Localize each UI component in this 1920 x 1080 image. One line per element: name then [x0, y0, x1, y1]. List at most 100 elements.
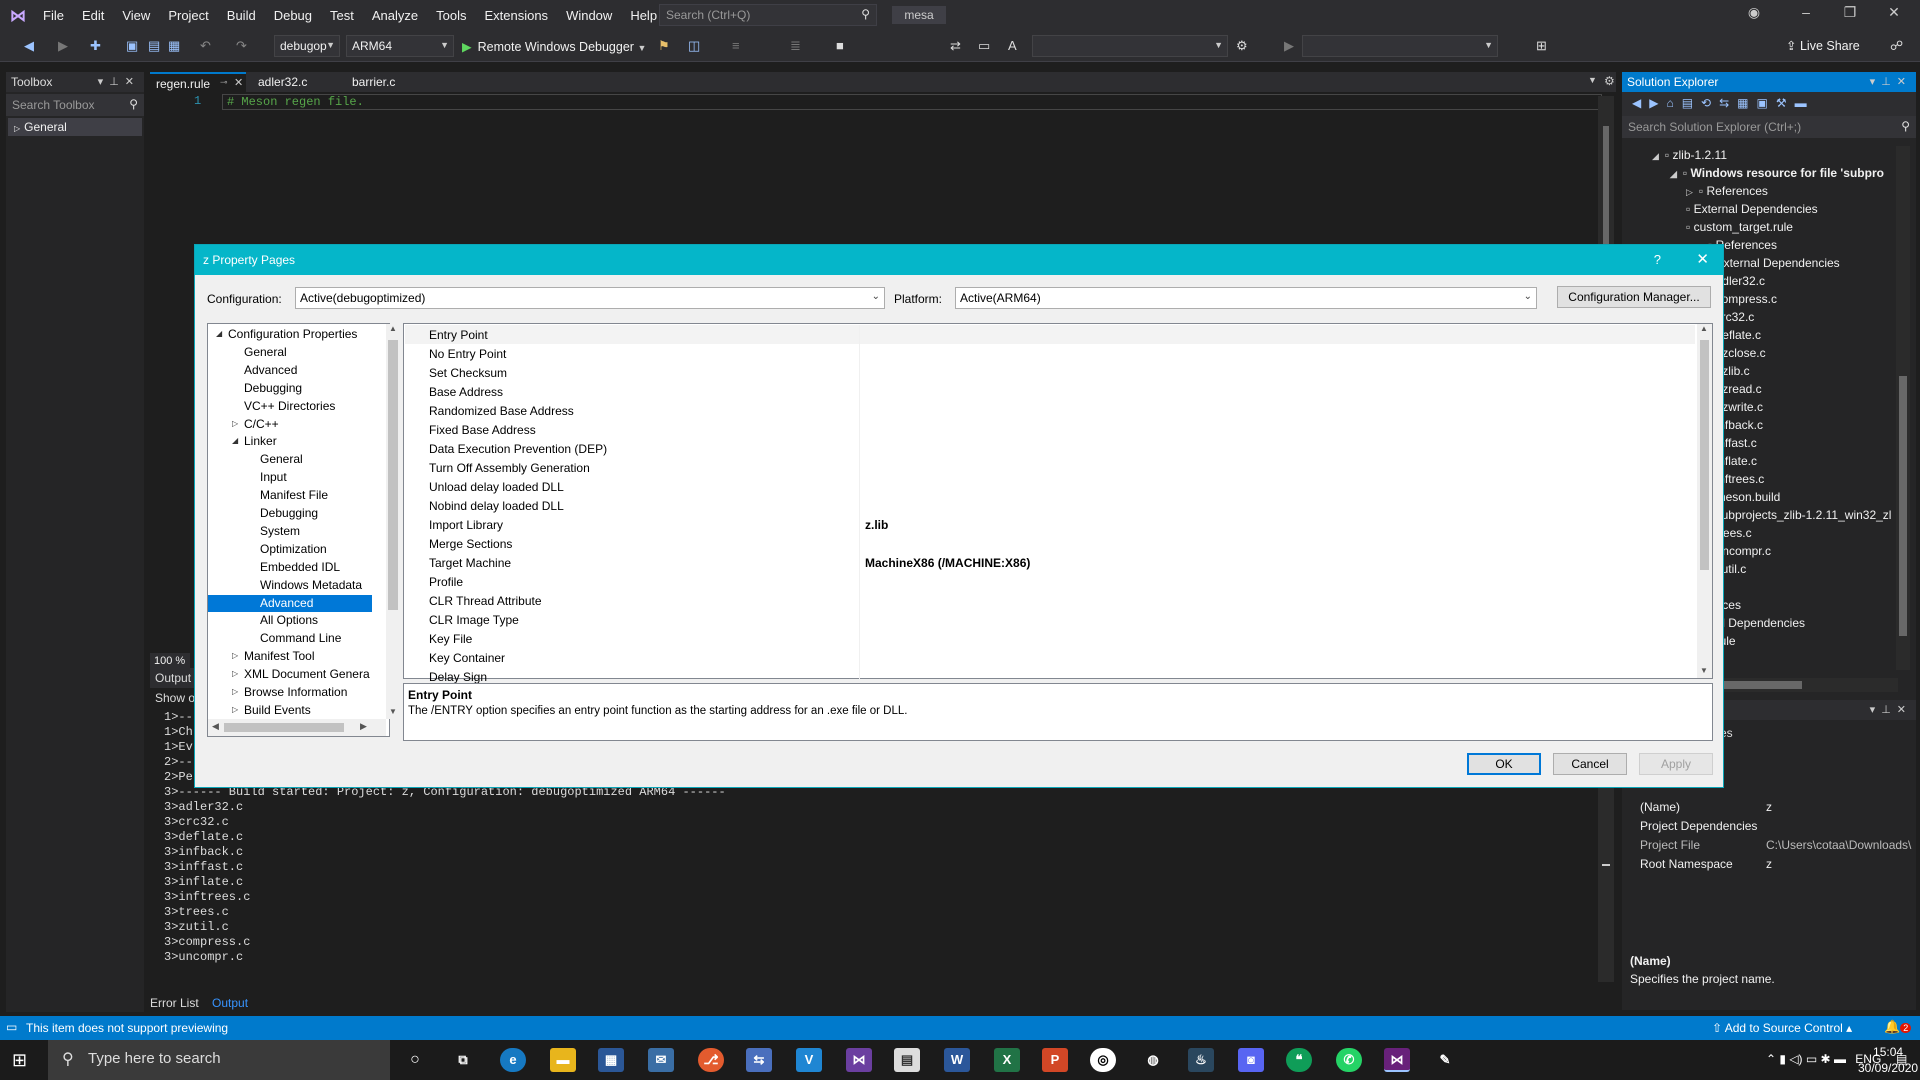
store-icon[interactable]: ▦	[598, 1048, 624, 1072]
menu-edit[interactable]: Edit	[73, 8, 113, 23]
toolbox-group-general[interactable]: ▷ General	[8, 118, 142, 136]
apply-button[interactable]: Apply	[1639, 753, 1713, 775]
navigate-forward-icon[interactable]: ▶	[58, 38, 68, 54]
visual-studio-code-icon[interactable]: V	[796, 1048, 822, 1072]
comment-icon[interactable]: ≣	[790, 38, 801, 54]
prop-row-project-file[interactable]: Project File C:\Users\cotaa\Downloads\	[1640, 838, 1911, 856]
menu-window[interactable]: Window	[557, 8, 621, 23]
solution-tree-item[interactable]: ▫ External Dependencies	[1686, 202, 1818, 216]
start-debugging-button[interactable]: ▶ Remote Windows Debugger ▼	[462, 35, 646, 57]
attach-icon[interactable]: ⚑	[658, 38, 670, 54]
menu-extensions[interactable]: Extensions	[475, 8, 557, 23]
property-row[interactable]: Entry Point	[405, 325, 1695, 344]
zoom-level[interactable]: 100 %	[150, 653, 190, 669]
snipping-tool-icon[interactable]: ✎	[1432, 1048, 1458, 1072]
discord-icon[interactable]: ◙	[1238, 1048, 1264, 1072]
settings-gear-icon[interactable]: ⚙	[1604, 74, 1615, 88]
scrollbar-thumb[interactable]	[1602, 864, 1610, 866]
tab-output[interactable]: Output	[212, 996, 248, 1010]
help-button[interactable]: ?	[1654, 252, 1661, 267]
whatsapp-icon[interactable]: ✆	[1336, 1048, 1362, 1072]
window-icon[interactable]: ▭	[978, 38, 990, 54]
scroll-left-icon[interactable]: ◀	[212, 721, 219, 732]
edge-icon[interactable]: e	[500, 1048, 526, 1072]
panel-controls-icon[interactable]: ▾⊥✕	[98, 75, 140, 88]
prop-row-root-namespace[interactable]: Root Namespace z	[1640, 857, 1910, 875]
property-row[interactable]: Randomized Base Address	[405, 401, 1695, 420]
expanded-arrow-icon[interactable]: ◢	[232, 436, 238, 445]
property-row[interactable]: No Entry Point	[405, 344, 1695, 363]
toolbox-search-input[interactable]: Search Toolbox ⚲	[6, 94, 144, 116]
menu-test[interactable]: Test	[321, 8, 363, 23]
ok-button[interactable]: OK	[1467, 753, 1541, 775]
add-to-source-control-button[interactable]: ⇧ Add to Source Control ▴	[1712, 1021, 1852, 1035]
solution-tree-item[interactable]: ▷ ▫ References	[1686, 184, 1768, 198]
bookmark-icon[interactable]: ■	[836, 38, 844, 53]
property-row[interactable]: Key File	[405, 629, 1695, 648]
menu-project[interactable]: Project	[159, 8, 217, 23]
save-all-icon[interactable]: ▦	[168, 38, 180, 54]
property-row[interactable]: CLR Thread Attribute	[405, 591, 1695, 610]
debug-target-dropdown[interactable]: ▼	[1302, 35, 1498, 57]
tab-regen-rule[interactable]: regen.rule ⊸ ✕	[150, 72, 246, 92]
account-avatar-icon[interactable]: ◉	[1734, 4, 1774, 26]
collapsed-arrow-icon[interactable]: ▷	[232, 705, 238, 714]
close-icon[interactable]: ✕	[234, 76, 243, 89]
tab-overflow-icon[interactable]: ▼	[1588, 75, 1597, 85]
menu-file[interactable]: File	[34, 8, 73, 23]
find-dropdown[interactable]: ▼	[1032, 35, 1228, 57]
solution-explorer-scrollbar[interactable]	[1896, 146, 1910, 670]
solution-tree-item[interactable]: ◢ ▫ Windows resource for file 'subpro	[1670, 166, 1884, 180]
camera-icon[interactable]: ◫	[688, 38, 700, 54]
scrollbar-thumb[interactable]	[388, 340, 398, 610]
live-share-button[interactable]: ⇪ Live Share	[1786, 38, 1860, 53]
minimize-button[interactable]: –	[1786, 4, 1826, 26]
steam-icon[interactable]: ♨	[1188, 1048, 1214, 1072]
system-clock[interactable]: 15:04 30/09/2020	[1858, 1044, 1918, 1076]
git-client-icon[interactable]: ⎇	[698, 1048, 724, 1072]
hangouts-icon[interactable]: ❝	[1286, 1048, 1312, 1072]
visual-studio-active-icon[interactable]: ⋈	[1384, 1048, 1410, 1072]
property-row[interactable]: Profile	[405, 572, 1695, 591]
menu-tools[interactable]: Tools	[427, 8, 475, 23]
scroll-down-icon[interactable]: ▼	[389, 707, 397, 716]
property-row[interactable]: CLR Image Type	[405, 610, 1695, 629]
property-row[interactable]: Target Machine MachineX86 (/MACHINE:X86)	[405, 553, 1695, 572]
restore-button[interactable]: ❐	[1830, 4, 1870, 26]
undo-icon[interactable]: ↶	[200, 38, 211, 54]
quick-search-input[interactable]: Search (Ctrl+Q) ⚲	[659, 4, 877, 26]
close-icon[interactable]: ✕	[1696, 250, 1709, 268]
tab-adler32-c[interactable]: adler32.c	[252, 72, 313, 92]
taskbar-search-input[interactable]: ⚲ Type here to search	[48, 1040, 390, 1080]
panel-controls-icon[interactable]: ▾⊥✕	[1870, 703, 1912, 716]
solution-explorer-toolbar[interactable]: ◀▶⌂▤⟲⇆▦▣⚒▬	[1622, 92, 1916, 116]
continue-icon[interactable]: ▶	[1284, 38, 1294, 54]
grid-vscrollbar[interactable]: ▲ ▼	[1697, 324, 1712, 678]
close-window-button[interactable]: ✕	[1874, 4, 1914, 26]
chromium-icon[interactable]: ◍	[1140, 1048, 1166, 1072]
menu-debug[interactable]: Debug	[265, 8, 321, 23]
notifications-bell-icon[interactable]: 🔔 2	[1884, 1019, 1912, 1035]
menu-view[interactable]: View	[113, 8, 159, 23]
property-row[interactable]: Import Library z.lib	[405, 515, 1695, 534]
expanded-arrow-icon[interactable]: ◢	[1652, 151, 1659, 161]
prop-row-dependencies[interactable]: Project Dependencies	[1640, 819, 1910, 837]
step-icon[interactable]: ⚙	[1236, 38, 1248, 54]
solution-tree-item[interactable]: ◢ ▫ zlib-1.2.11	[1652, 148, 1727, 162]
remote-desktop-icon[interactable]: ⇆	[746, 1048, 772, 1072]
redo-icon[interactable]: ↷	[236, 38, 247, 54]
property-row[interactable]: Nobind delay loaded DLL	[405, 496, 1695, 515]
property-row[interactable]: Merge Sections	[405, 534, 1695, 553]
configuration-select[interactable]: Active(debugoptimized) ⌄	[295, 287, 885, 309]
scroll-down-icon[interactable]: ▼	[1700, 666, 1708, 675]
configuration-manager-button[interactable]: Configuration Manager...	[1557, 286, 1711, 308]
solution-tree-item[interactable]: ▫ subprojects_zlib-1.2.11_win32_zl	[1708, 508, 1891, 522]
collapsed-arrow-icon[interactable]: ▷	[232, 651, 238, 660]
visual-studio-icon[interactable]: ⋈	[846, 1048, 872, 1072]
mail-icon[interactable]: ✉	[648, 1048, 674, 1072]
file-explorer-icon[interactable]: ▬	[550, 1048, 576, 1072]
menu-analyze[interactable]: Analyze	[363, 8, 427, 23]
collapsed-arrow-icon[interactable]: ▷	[232, 669, 238, 678]
tab-error-list[interactable]: Error List	[150, 996, 199, 1010]
prop-row-name[interactable]: (Name) z	[1640, 800, 1910, 818]
